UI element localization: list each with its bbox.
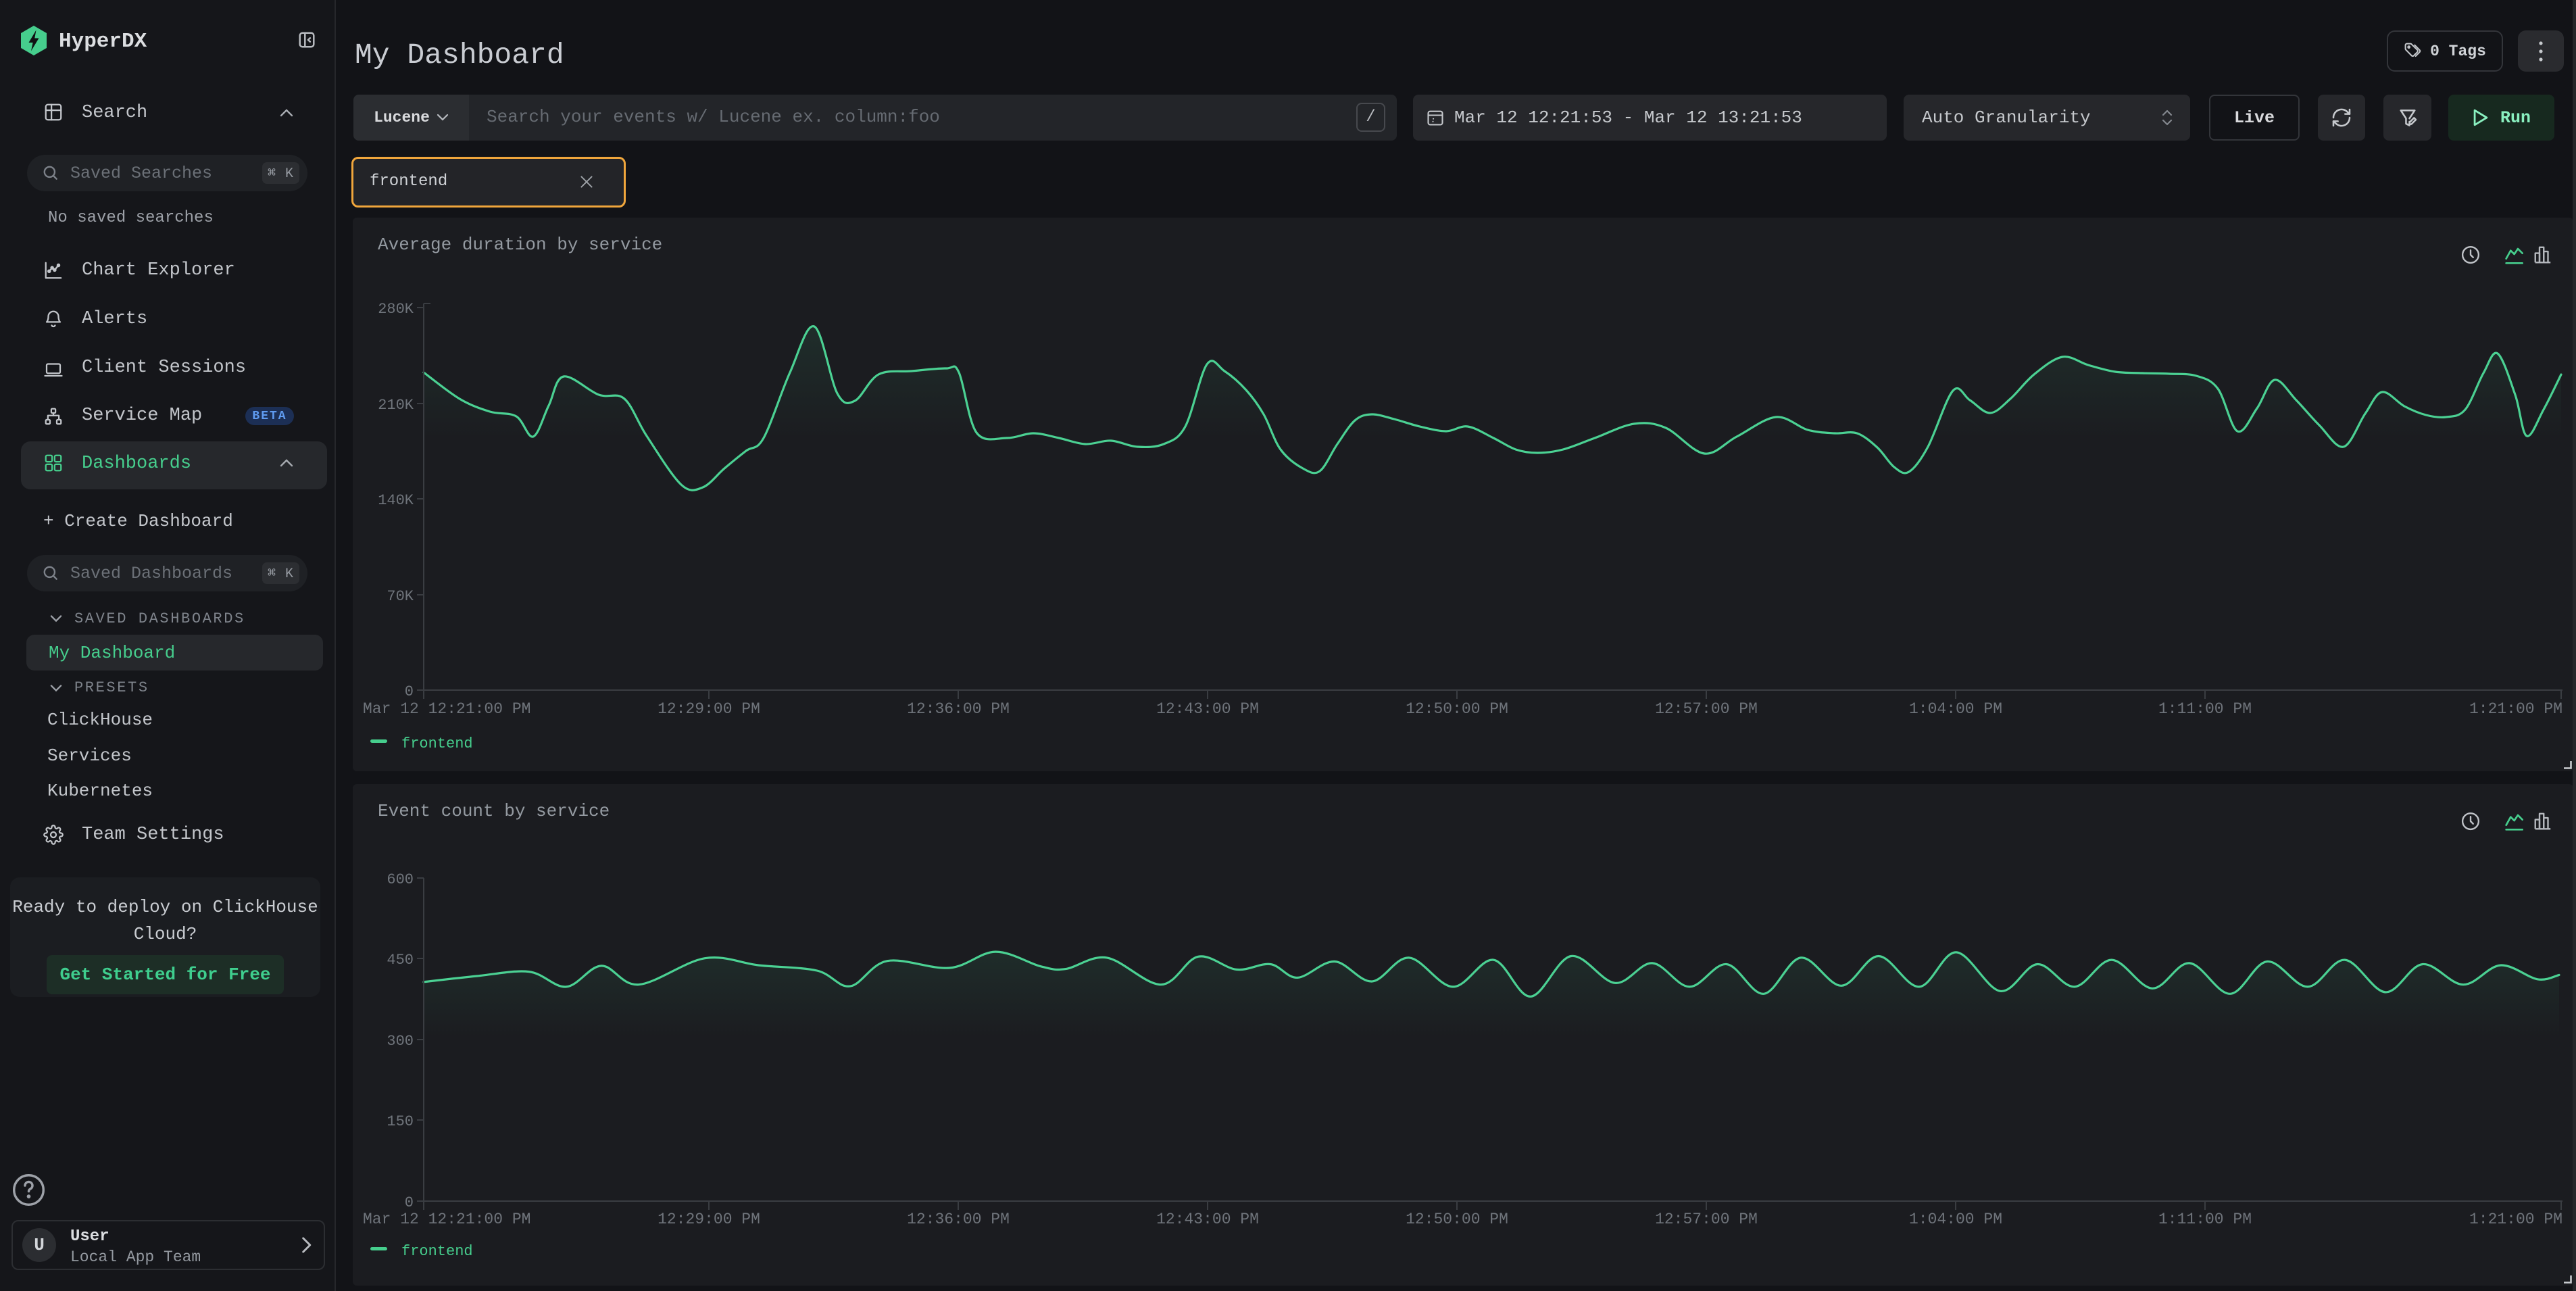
svg-text:12:50:00 PM: 12:50:00 PM — [1406, 1211, 1508, 1228]
svg-text:12:43:00 PM: 12:43:00 PM — [1156, 1211, 1259, 1228]
svg-text:frontend: frontend — [401, 1243, 473, 1260]
svg-text:1:04:00 PM: 1:04:00 PM — [1909, 1211, 2002, 1228]
svg-text:0: 0 — [405, 1194, 414, 1211]
svg-text:12:29:00 PM: 12:29:00 PM — [658, 1211, 760, 1228]
svg-text:Mar 12 12:21:00 PM: Mar 12 12:21:00 PM — [363, 700, 530, 718]
svg-text:280K: 280K — [378, 301, 414, 318]
svg-text:12:43:00 PM: 12:43:00 PM — [1156, 700, 1259, 718]
svg-text:1:21:00 PM: 1:21:00 PM — [2469, 1211, 2562, 1228]
svg-text:140K: 140K — [378, 492, 414, 509]
svg-text:450: 450 — [387, 952, 414, 969]
svg-text:1:04:00 PM: 1:04:00 PM — [1909, 700, 2002, 718]
svg-text:600: 600 — [387, 871, 414, 888]
svg-text:1:21:00 PM: 1:21:00 PM — [2469, 700, 2562, 718]
svg-text:300: 300 — [387, 1033, 414, 1050]
svg-text:Mar 12 12:21:00 PM: Mar 12 12:21:00 PM — [363, 1211, 530, 1228]
svg-text:frontend: frontend — [401, 735, 473, 752]
svg-text:0: 0 — [405, 683, 414, 700]
svg-text:1:11:00 PM: 1:11:00 PM — [2158, 700, 2252, 718]
svg-text:1:11:00 PM: 1:11:00 PM — [2158, 1211, 2252, 1228]
svg-text:12:29:00 PM: 12:29:00 PM — [658, 700, 760, 718]
svg-text:210K: 210K — [378, 397, 414, 414]
svg-text:12:57:00 PM: 12:57:00 PM — [1655, 700, 1758, 718]
svg-text:70K: 70K — [387, 588, 414, 605]
svg-text:12:57:00 PM: 12:57:00 PM — [1655, 1211, 1758, 1228]
svg-text:12:36:00 PM: 12:36:00 PM — [907, 700, 1010, 718]
svg-text:12:50:00 PM: 12:50:00 PM — [1406, 700, 1508, 718]
svg-text:12:36:00 PM: 12:36:00 PM — [907, 1211, 1010, 1228]
svg-text:150: 150 — [387, 1113, 414, 1130]
